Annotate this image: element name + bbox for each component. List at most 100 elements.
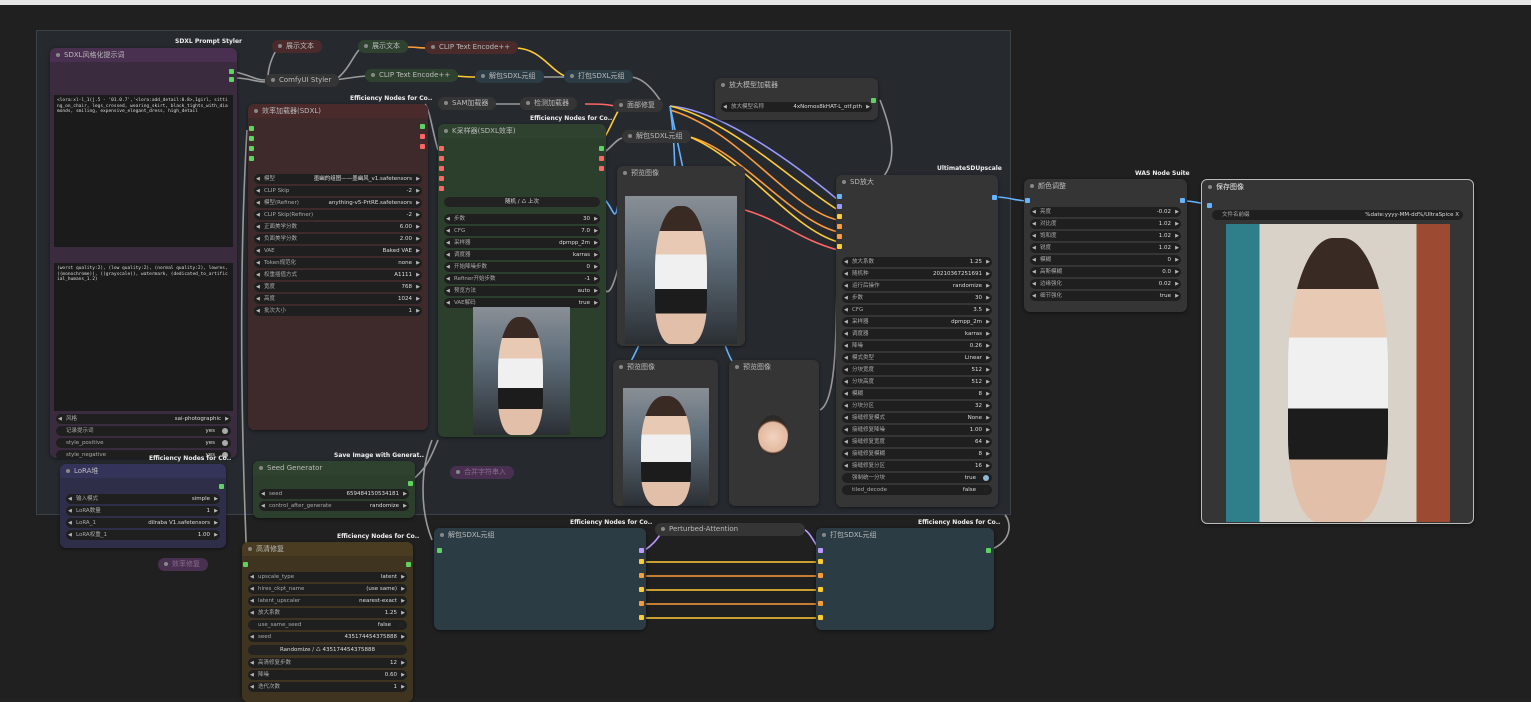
input-port[interactable] (818, 587, 823, 592)
clip-text-encode-node-2[interactable]: CLIP Text Encode++ (365, 69, 459, 82)
widget[interactable]: control_after_generaterandomize (259, 501, 409, 511)
input-port[interactable] (249, 146, 254, 151)
tiled-decode-toggle[interactable]: tiled_decode false (842, 485, 992, 495)
input-port[interactable] (439, 166, 444, 171)
preview-image-node-1[interactable]: 预览图像 (617, 166, 745, 346)
widget[interactable]: 输入模式simple (66, 494, 220, 504)
widget[interactable]: 亮度-0.02 (1030, 207, 1181, 217)
widget[interactable]: 锐度1.02 (1030, 243, 1181, 253)
output-port[interactable] (639, 548, 644, 553)
input-port[interactable] (837, 224, 842, 229)
output-port[interactable] (599, 166, 604, 171)
lora-stack-node[interactable]: LoRA堆 输入模式simple LoRA数量1 LoRA_1dilraba V… (60, 464, 226, 548)
widget[interactable]: seed659484150534181 (259, 489, 409, 499)
widget[interactable]: 接缝修复模式None (842, 413, 992, 423)
positive-prompt-textarea[interactable]: <lora:xl-l_1(j.5 - '01.0.7','<lora:add_d… (54, 95, 233, 247)
widget-height[interactable]: 高度1024 (254, 294, 422, 304)
widget[interactable]: 细节强化true (1030, 291, 1181, 301)
hires-fix-node[interactable]: 高清修复 upscale_typelatent hires_ckpt_name(… (242, 542, 413, 702)
upscale-model-loader-node[interactable]: 放大模型加载器 放大模型名称4xNomos8kHAT-L_otf.pth (715, 78, 878, 120)
input-port[interactable] (1207, 203, 1212, 208)
widget[interactable]: latent_upscalernearest-exact (248, 596, 407, 606)
detector-loader-node[interactable]: 检测加载器 (520, 97, 577, 110)
widget[interactable]: 高斯模糊0.0 (1030, 267, 1181, 277)
color-adjust-node[interactable]: 颜色调整 亮度-0.02 对比度1.02 饱和度1.02 锐度1.02 模糊0 … (1024, 179, 1187, 312)
widget[interactable]: 接缝修复模糊8 (842, 449, 992, 459)
output-port[interactable] (599, 146, 604, 151)
widget-batch[interactable]: 批次大小1 (254, 306, 422, 316)
input-port[interactable] (249, 126, 254, 131)
input-port[interactable] (837, 194, 842, 199)
input-port[interactable] (439, 156, 444, 161)
pack-sdxl-node-1[interactable]: 打包SDXL元组 (564, 70, 633, 83)
upscale-model-select[interactable]: 放大模型名称4xNomos8kHAT-L_otf.pth (721, 102, 872, 112)
style-positive-toggle[interactable]: style_positive yes (56, 438, 231, 448)
widget[interactable]: 饱和度1.02 (1030, 231, 1181, 241)
widget[interactable]: 降噪0.26 (842, 341, 992, 351)
comfyui-styler-node[interactable]: ComfyUI Styler (265, 74, 340, 87)
widget-ckpt[interactable]: 模型墨幽的组图——墨幽风_v1.safetensors (254, 174, 422, 184)
output-port[interactable] (639, 559, 644, 564)
output-port[interactable] (219, 484, 224, 489)
widget[interactable]: 分块分区32 (842, 401, 992, 411)
perturbed-attention-node[interactable]: Perturbed-Attention (655, 523, 805, 536)
show-text-node-2[interactable]: 展示文本 (358, 40, 408, 53)
widget-neg-ascore[interactable]: 负面美学分数2.00 (254, 234, 422, 244)
widget-cfg[interactable]: CFG7.0 (444, 226, 600, 236)
face-detailer-node[interactable]: 面部修复 (613, 99, 663, 112)
collapsed-node-1[interactable]: 合并字符串入 (450, 466, 514, 479)
widget[interactable]: 放大系数1.25 (842, 257, 992, 267)
save-image-node[interactable]: 保存图像 文件名前缀 %date:yyyy-MM-dd%/UltraSpice X (1201, 179, 1474, 524)
collapsed-node-2[interactable]: 效率修复 (158, 558, 208, 571)
ksampler-node[interactable]: K采样器(SDXL效率) 随机 / ♺ 上次 步数30 CFG7.0 采样器dp… (438, 124, 606, 437)
node-canvas[interactable]: SDXL Prompt Styler SDXL风格化提示词 <lora:xl-l… (0, 0, 1531, 702)
input-port[interactable] (837, 214, 842, 219)
input-port[interactable] (249, 136, 254, 141)
input-port[interactable] (837, 204, 842, 209)
negative-prompt-textarea[interactable]: (worst quality:2), (low quality:2), (nor… (54, 263, 233, 411)
input-port[interactable] (837, 244, 842, 249)
widget-start-step[interactable]: 开始降噪步数0 (444, 262, 600, 272)
filename-prefix-input[interactable]: 文件名前缀 %date:yyyy-MM-dd%/UltraSpice X (1212, 210, 1463, 220)
widget-scheduler[interactable]: 调度器karras (444, 250, 600, 260)
output-port[interactable] (420, 144, 425, 149)
widget[interactable]: 分块宽度512 (842, 365, 992, 375)
output-port[interactable] (229, 69, 234, 74)
output-port[interactable] (599, 156, 604, 161)
widget-token-norm[interactable]: Token规范化none (254, 258, 422, 268)
output-port[interactable] (639, 587, 644, 592)
widget[interactable]: 接缝修复分区16 (842, 461, 992, 471)
widget-width[interactable]: 宽度768 (254, 282, 422, 292)
widget[interactable]: LoRA权重_11.00 (66, 530, 220, 540)
unpack-sdxl-node-1[interactable]: 解包SDXL元组 (475, 70, 544, 83)
widget[interactable]: 模糊8 (842, 389, 992, 399)
widget[interactable]: 降噪0.60 (248, 670, 407, 680)
output-port[interactable] (406, 562, 411, 567)
widget-refiner[interactable]: 模型(Refiner)anything-v5-PrtRE.safetensors (254, 198, 422, 208)
unpack-sdxl-node-3[interactable]: 解包SDXL元组 (434, 528, 646, 630)
input-port[interactable] (837, 234, 842, 239)
input-port[interactable] (437, 548, 442, 553)
widget-refiner-step[interactable]: Refiner开始步数-1 (444, 274, 600, 284)
sdxl-styler-node[interactable]: SDXL风格化提示词 <lora:xl-l_1(j.5 - '01.0.7','… (50, 48, 237, 458)
output-port[interactable] (871, 98, 876, 103)
output-port[interactable] (639, 573, 644, 578)
widget-sampler[interactable]: 采样器dpmpp_2m (444, 238, 600, 248)
output-port[interactable] (1180, 198, 1185, 203)
output-port[interactable] (986, 548, 991, 553)
widget-pos-ascore[interactable]: 正面美学分数6.00 (254, 222, 422, 232)
force-uniform-toggle[interactable]: 强制统一分块 true (842, 473, 992, 483)
widget[interactable]: 高清修复步数12 (248, 658, 407, 668)
output-port[interactable] (420, 134, 425, 139)
widget-preview[interactable]: 预览方法auto (444, 286, 600, 296)
input-port[interactable] (249, 156, 254, 161)
seed-button[interactable]: 随机 / ♺ 上次 (444, 197, 600, 207)
input-port[interactable] (243, 562, 248, 567)
input-port[interactable] (439, 146, 444, 151)
log-prompt-toggle[interactable]: 记录提示词 yes (56, 426, 231, 436)
style-select[interactable]: 风格sai-photographic (56, 414, 231, 424)
show-text-node-1[interactable]: 展示文本 (272, 40, 322, 53)
use-same-seed-toggle[interactable]: use_same_seed false (248, 620, 407, 630)
widget-vae[interactable]: VAEBaked VAE (254, 246, 422, 256)
output-port[interactable] (229, 77, 234, 82)
